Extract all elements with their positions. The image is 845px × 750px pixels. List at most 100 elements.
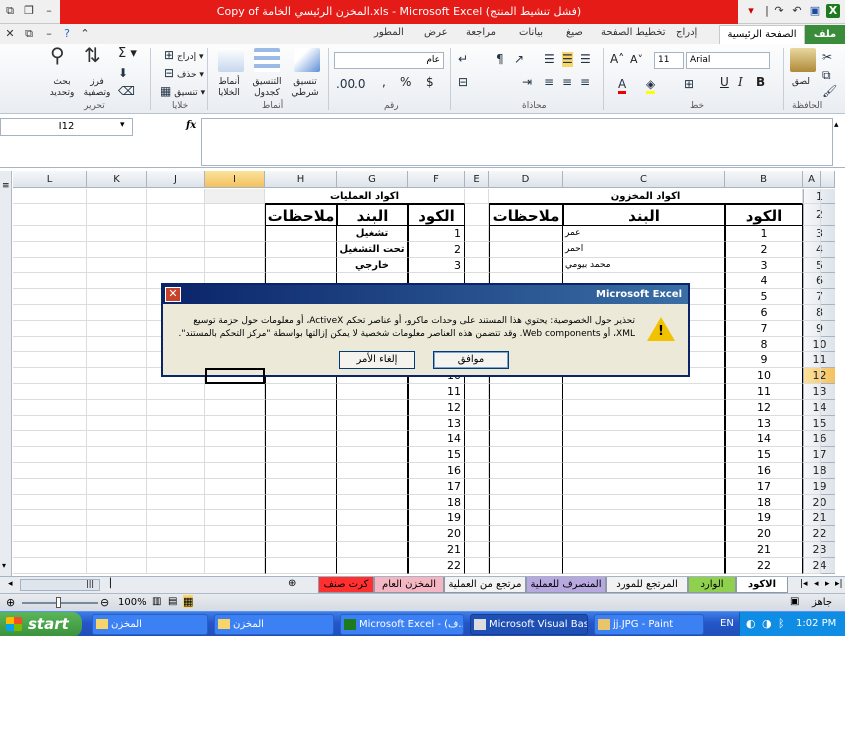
stock-item-cell[interactable] (563, 447, 725, 463)
cell[interactable] (465, 241, 489, 258)
stock-item-cell[interactable]: عمر (563, 226, 725, 242)
align-left-icon[interactable]: ≡ (544, 75, 554, 90)
cell[interactable] (465, 226, 489, 242)
cell[interactable] (147, 542, 205, 558)
close-icon[interactable]: ✕ (3, 27, 17, 41)
ops-notes-cell[interactable] (265, 526, 337, 542)
cell[interactable] (13, 431, 87, 448)
cell[interactable] (803, 494, 821, 511)
cell[interactable] (803, 320, 821, 337)
zoom-in-icon[interactable]: ⊕ (6, 596, 15, 609)
vertical-scrollbar[interactable]: ≡ ▾ (0, 171, 12, 576)
cell[interactable] (205, 189, 265, 204)
cell[interactable] (803, 542, 821, 558)
cell[interactable] (13, 320, 87, 337)
column-header-l[interactable]: L (13, 171, 87, 188)
ops-notes-cell[interactable] (265, 463, 337, 479)
bold-button[interactable]: B (756, 76, 765, 88)
stock-item-cell[interactable] (563, 478, 725, 495)
cell[interactable] (13, 257, 87, 274)
stock-item-cell[interactable] (563, 526, 725, 542)
cell[interactable] (803, 257, 821, 274)
cell[interactable] (465, 542, 489, 558)
ops-notes-cell[interactable] (265, 494, 337, 511)
volume-icon[interactable]: ◑ (762, 612, 772, 636)
cell[interactable] (803, 241, 821, 258)
cancel-button[interactable]: إلغاء الأمر (339, 351, 415, 369)
stock-code-cell[interactable]: 2 (725, 241, 803, 258)
sort-filter-button[interactable]: فرز وتصفية (80, 77, 114, 99)
stock-code-cell[interactable]: 9 (725, 352, 803, 369)
shrink-font-button[interactable]: A˅ (630, 54, 643, 65)
cell[interactable] (465, 204, 489, 226)
column-header-k[interactable]: K (87, 171, 147, 188)
decrease-decimal-icon[interactable]: .0 (354, 77, 365, 92)
ops-code-cell[interactable]: 2 (408, 241, 465, 258)
ops-header-code[interactable]: الكود (408, 204, 465, 226)
cell[interactable] (87, 189, 147, 204)
redo-icon[interactable]: ↷ (772, 4, 786, 18)
align-bottom-icon[interactable]: ☰ (544, 52, 555, 67)
cell[interactable] (147, 399, 205, 416)
stock-title[interactable]: اكواد المخزون (489, 189, 803, 204)
ops-item-cell[interactable]: خارجي (337, 257, 408, 274)
cell[interactable] (87, 336, 147, 353)
name-box-dropdown-icon[interactable]: ▾ (120, 120, 125, 130)
stock-code-cell[interactable]: 19 (725, 510, 803, 527)
cell[interactable] (147, 494, 205, 511)
scroll-up-icon[interactable]: ≡ (2, 181, 10, 191)
stock-notes-cell[interactable] (489, 384, 563, 400)
align-center-icon[interactable]: ≡ (562, 75, 572, 90)
cell[interactable] (465, 447, 489, 463)
cell[interactable] (87, 478, 147, 495)
ops-notes-cell[interactable] (265, 431, 337, 448)
cell[interactable] (87, 557, 147, 574)
zoom-out-icon[interactable]: ⊖ (100, 596, 109, 609)
ops-code-cell[interactable]: 21 (408, 542, 465, 558)
ops-notes-cell[interactable] (265, 399, 337, 416)
stock-code-cell[interactable]: 14 (725, 431, 803, 448)
ops-code-cell[interactable]: 12 (408, 399, 465, 416)
stock-notes-cell[interactable] (489, 526, 563, 542)
conditional-format-icon[interactable] (294, 48, 320, 72)
excel-logo-icon[interactable]: X (826, 4, 840, 18)
stock-notes-cell[interactable] (489, 226, 563, 242)
ops-item-cell[interactable] (337, 463, 408, 479)
stock-item-cell[interactable] (563, 431, 725, 448)
cell[interactable] (803, 226, 821, 242)
minimize-window-icon[interactable]: – (42, 4, 56, 18)
cell[interactable] (205, 526, 265, 542)
ops-notes-cell[interactable] (265, 542, 337, 558)
underline-button[interactable]: U (720, 76, 729, 88)
close-ribbon-icon[interactable]: ▾ (744, 4, 758, 18)
cell[interactable] (147, 557, 205, 574)
prev-sheet-icon[interactable]: ◂ (814, 579, 819, 589)
cell[interactable] (13, 289, 87, 305)
cell[interactable] (205, 494, 265, 511)
cell[interactable] (205, 226, 265, 242)
cell[interactable] (147, 447, 205, 463)
tab-view[interactable]: عرض (424, 27, 448, 38)
wrap-text-icon[interactable]: ↵ (458, 52, 468, 67)
tab-data[interactable]: بيانات (519, 27, 543, 38)
cell[interactable] (465, 384, 489, 400)
stock-code-cell[interactable]: 10 (725, 368, 803, 384)
stock-item-cell[interactable] (563, 542, 725, 558)
stock-notes-cell[interactable] (489, 510, 563, 527)
cell[interactable] (803, 478, 821, 495)
cell[interactable] (465, 463, 489, 479)
cell[interactable] (465, 415, 489, 432)
cell[interactable] (13, 494, 87, 511)
select-all-corner[interactable] (821, 171, 835, 188)
cell-styles-button[interactable]: أنماط الخلايا (212, 77, 246, 99)
cell[interactable] (803, 447, 821, 463)
stock-code-cell[interactable]: 22 (725, 557, 803, 574)
stock-item-cell[interactable] (563, 384, 725, 400)
font-name-dropdown[interactable]: Arial (686, 52, 770, 69)
cell[interactable] (465, 557, 489, 574)
clear-icon[interactable]: ⌫ (118, 84, 135, 99)
autosum-icon[interactable]: Σ ▾ (118, 47, 137, 60)
cell[interactable] (87, 510, 147, 527)
cell[interactable] (465, 494, 489, 511)
cell[interactable] (803, 557, 821, 574)
